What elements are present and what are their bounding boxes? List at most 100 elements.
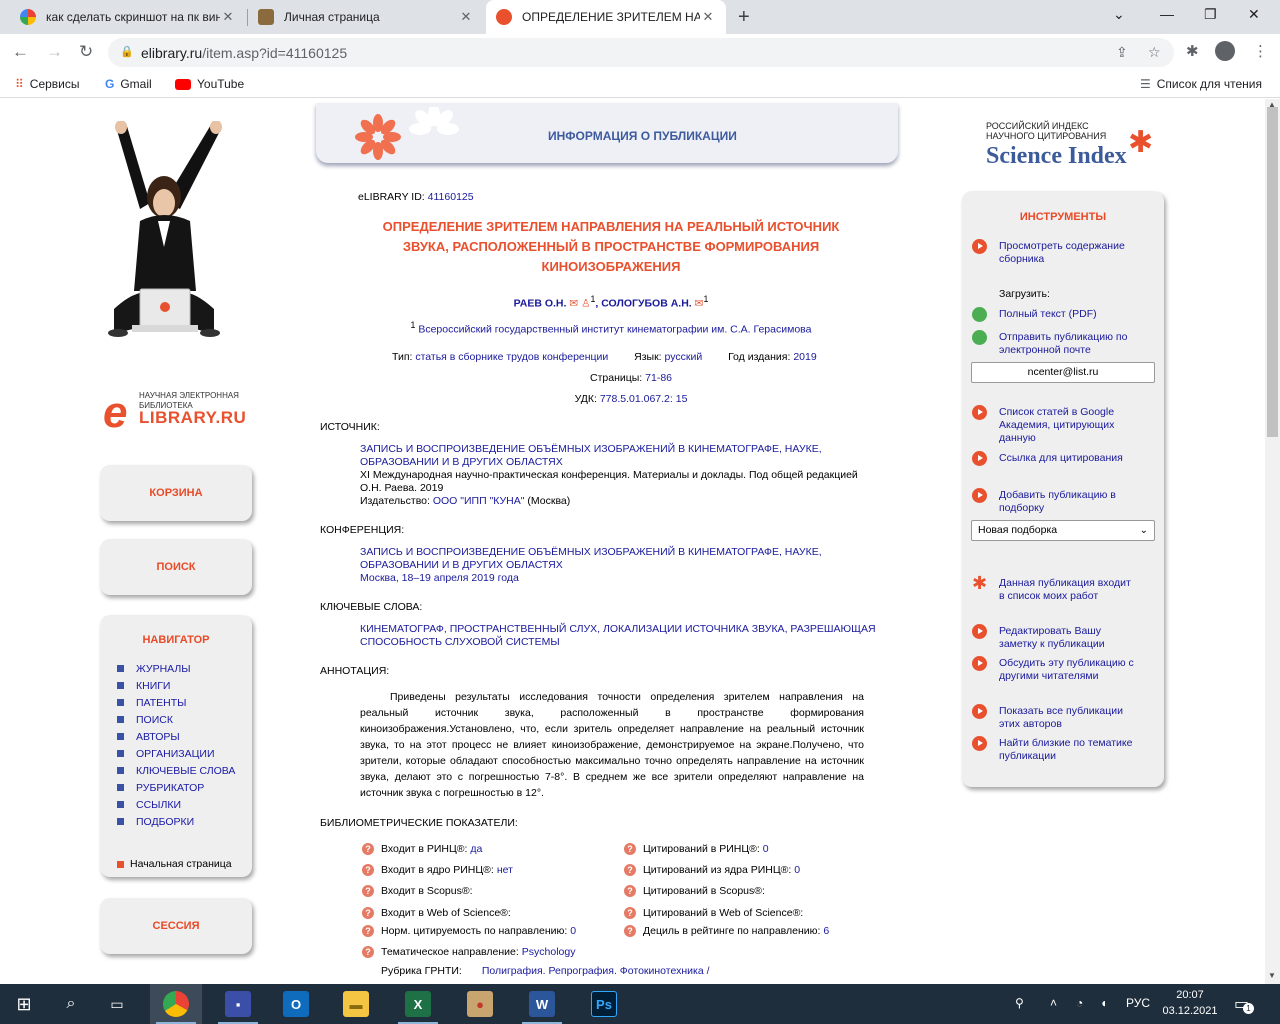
cite-link[interactable]: Ссылка для цитирования bbox=[972, 451, 1139, 467]
task-view-button[interactable]: ▭ bbox=[94, 984, 140, 1024]
taskbar-save-app[interactable]: ▪ bbox=[212, 984, 264, 1024]
navigator-item[interactable]: КЛЮЧЕВЫЕ СЛОВА bbox=[117, 762, 235, 779]
author-link[interactable]: СОЛОГУБОВ А.Н. bbox=[601, 298, 691, 310]
help-icon[interactable]: ? bbox=[624, 843, 636, 856]
elibrary-logo[interactable]: e НАУЧНАЯ ЭЛЕКТРОННАЯ БИБЛИОТЕКА LIBRARY… bbox=[103, 391, 253, 435]
discuss-link[interactable]: Обсудить эту публикацию с другими читате… bbox=[972, 656, 1139, 683]
bookmark-services[interactable]: ⠿ Сервисы bbox=[15, 77, 80, 91]
google-scholar-link[interactable]: Список статей в Google Академия, цитирую… bbox=[972, 405, 1139, 445]
language-indicator[interactable]: РУС bbox=[1126, 996, 1150, 1010]
navigator-item[interactable]: ССЫЛКИ bbox=[117, 796, 235, 813]
menu-dots-icon[interactable]: ⋮ bbox=[1253, 42, 1268, 60]
add-to-collection-link[interactable]: Добавить публикацию в подборку bbox=[972, 488, 1139, 515]
bibliometric-value[interactable]: да bbox=[470, 843, 482, 855]
help-icon[interactable]: ? bbox=[624, 885, 636, 898]
minimize-button[interactable]: — bbox=[1160, 6, 1174, 22]
close-window-button[interactable]: ✕ bbox=[1248, 6, 1260, 23]
send-email-link[interactable]: Отправить публикацию по электронной почт… bbox=[972, 330, 1139, 357]
cart-button[interactable]: КОРЗИНА bbox=[100, 465, 252, 521]
bibliometric-value[interactable]: 0 bbox=[763, 843, 769, 855]
navigator-item[interactable]: РУБРИКАТОР bbox=[117, 779, 235, 796]
navigator-item[interactable]: АВТОРЫ bbox=[117, 728, 235, 745]
back-button[interactable]: ← bbox=[12, 42, 29, 62]
start-button[interactable]: ⊞ bbox=[0, 984, 48, 1024]
navigator-item[interactable]: ПОИСК bbox=[117, 711, 235, 728]
bibliometric-value[interactable]: нет bbox=[497, 864, 513, 876]
close-tab-icon[interactable]: ✕ bbox=[220, 9, 236, 25]
tray-chevron-up-icon[interactable]: ˄ bbox=[1050, 996, 1057, 1010]
bibliometric-value[interactable]: 6 bbox=[823, 925, 829, 937]
bookmark-youtube[interactable]: YouTube bbox=[175, 77, 244, 91]
reload-button[interactable]: ↻ bbox=[79, 42, 93, 62]
profile-avatar-icon[interactable] bbox=[1215, 41, 1235, 61]
home-page-link[interactable]: Начальная страница bbox=[117, 858, 232, 870]
notifications-button[interactable]: ▭ 1 bbox=[1234, 994, 1254, 1014]
address-bar[interactable]: 🔒 elibrary.ru/item.asp?id=41160125 ⇪ ☆ bbox=[108, 38, 1174, 67]
show-authors-pubs-link[interactable]: Показать все публикации этих авторов bbox=[972, 704, 1139, 731]
source-title-link[interactable]: ЗАПИСЬ И ВОСПРОИЗВЕДЕНИЕ ОБЪЁМНЫХ ИЗОБРА… bbox=[360, 443, 880, 469]
taskbar-chrome[interactable] bbox=[150, 984, 202, 1024]
help-icon[interactable]: ? bbox=[362, 946, 374, 959]
help-icon[interactable]: ? bbox=[362, 885, 374, 898]
science-index-logo[interactable]: РОССИЙСКИЙ ИНДЕКС НАУЧНОГО ЦИТИРОВАНИЯ S… bbox=[986, 121, 1166, 169]
volume-icon[interactable]: ◖ bbox=[1100, 996, 1107, 1010]
network-icon[interactable]: ◔ bbox=[1076, 996, 1083, 1010]
email-input[interactable]: ncenter@list.ru bbox=[971, 362, 1155, 383]
publisher-link[interactable]: ООО "ИПП "КУНА" bbox=[433, 495, 525, 507]
people-icon[interactable]: ⚲ bbox=[1015, 996, 1024, 1010]
help-icon[interactable]: ? bbox=[362, 925, 374, 938]
taskbar-photoshop[interactable]: Ps bbox=[578, 984, 630, 1024]
lock-icon[interactable]: 🔒 bbox=[120, 45, 134, 58]
page-scrollbar[interactable]: ▲ ▼ bbox=[1265, 99, 1280, 984]
view-contents-link[interactable]: Просмотреть содержание сборника bbox=[972, 239, 1139, 266]
bookmark-gmail[interactable]: G Gmail bbox=[105, 77, 152, 91]
scroll-down-icon[interactable]: ▼ bbox=[1268, 971, 1276, 980]
tab-google-search[interactable]: как сделать скриншот на пк виндо ✕ bbox=[10, 0, 246, 34]
taskbar-word[interactable]: W bbox=[516, 984, 568, 1024]
help-icon[interactable]: ? bbox=[362, 907, 374, 920]
scrollbar-thumb[interactable] bbox=[1267, 107, 1278, 437]
close-tab-icon[interactable]: ✕ bbox=[458, 9, 474, 25]
help-icon[interactable]: ? bbox=[362, 843, 374, 856]
bibliometric-value[interactable]: Полиграфия. Репрография. Фотокинотехника… bbox=[482, 965, 710, 977]
profile-icon[interactable]: ♙ bbox=[581, 298, 590, 310]
conference-link[interactable]: ЗАПИСЬ И ВОСПРОИЗВЕДЕНИЕ ОБЪЁМНЫХ ИЗОБРА… bbox=[360, 546, 880, 585]
author-link[interactable]: РАЕВ О.Н. bbox=[514, 298, 567, 310]
reading-list-button[interactable]: ☰ Список для чтения bbox=[1140, 77, 1262, 91]
help-icon[interactable]: ? bbox=[624, 925, 636, 938]
url-text[interactable]: elibrary.ru/item.asp?id=41160125 bbox=[141, 45, 347, 61]
affiliation-link[interactable]: Всероссийский государственный институт к… bbox=[418, 324, 811, 336]
taskbar-outlook[interactable]: O bbox=[270, 984, 322, 1024]
navigator-item[interactable]: ПОДБОРКИ bbox=[117, 813, 235, 830]
extensions-icon[interactable]: ✱ bbox=[1186, 42, 1199, 60]
search-taskbar-button[interactable]: ⌕ bbox=[48, 984, 94, 1024]
bibliometric-value[interactable]: 0 bbox=[570, 925, 576, 937]
search-button[interactable]: ПОИСК bbox=[100, 539, 252, 595]
navigator-item[interactable]: ЖУРНАЛЫ bbox=[117, 660, 235, 677]
in-my-works-link[interactable]: ✱ Данная публикация входит в список моих… bbox=[972, 574, 1139, 603]
restore-button[interactable]: ❐ bbox=[1204, 6, 1217, 23]
bibliometric-value[interactable]: 0 bbox=[794, 864, 800, 876]
taskbar-file-explorer[interactable]: ▬ bbox=[330, 984, 382, 1024]
help-icon[interactable]: ? bbox=[624, 907, 636, 920]
tab-publication[interactable]: ОПРЕДЕЛЕНИЕ ЗРИТЕЛЕМ НАПРАВ ✕ bbox=[486, 0, 726, 34]
keywords-list[interactable]: КИНЕМАТОГРАФ, ПРОСТРАНСТВЕННЫЙ СЛУХ, ЛОК… bbox=[360, 623, 880, 649]
taskbar-excel[interactable]: X bbox=[392, 984, 444, 1024]
navigator-item[interactable]: ПАТЕНТЫ bbox=[117, 694, 235, 711]
collection-select[interactable]: Новая подборка ⌄ bbox=[971, 520, 1155, 541]
clock[interactable]: 20:07 03.12.2021 bbox=[1160, 987, 1220, 1019]
navigator-item[interactable]: ОРГАНИЗАЦИИ bbox=[117, 745, 235, 762]
help-icon[interactable]: ? bbox=[362, 864, 374, 877]
bibliometric-value[interactable]: Psychology bbox=[522, 946, 576, 958]
find-similar-link[interactable]: Найти близкие по тематике публикации bbox=[972, 736, 1139, 763]
new-tab-button[interactable]: + bbox=[738, 6, 750, 29]
taskbar-paint[interactable]: ● bbox=[454, 984, 506, 1024]
bookmark-star-icon[interactable]: ☆ bbox=[1148, 44, 1161, 61]
close-tab-icon[interactable]: ✕ bbox=[700, 9, 716, 25]
navigator-item[interactable]: КНИГИ bbox=[117, 677, 235, 694]
session-button[interactable]: СЕССИЯ bbox=[100, 898, 252, 954]
forward-button[interactable]: → bbox=[46, 42, 63, 62]
share-icon[interactable]: ⇪ bbox=[1116, 44, 1128, 61]
full-text-pdf-link[interactable]: Полный текст (PDF) bbox=[972, 307, 1139, 323]
email-icon[interactable]: ✉ bbox=[569, 298, 578, 310]
